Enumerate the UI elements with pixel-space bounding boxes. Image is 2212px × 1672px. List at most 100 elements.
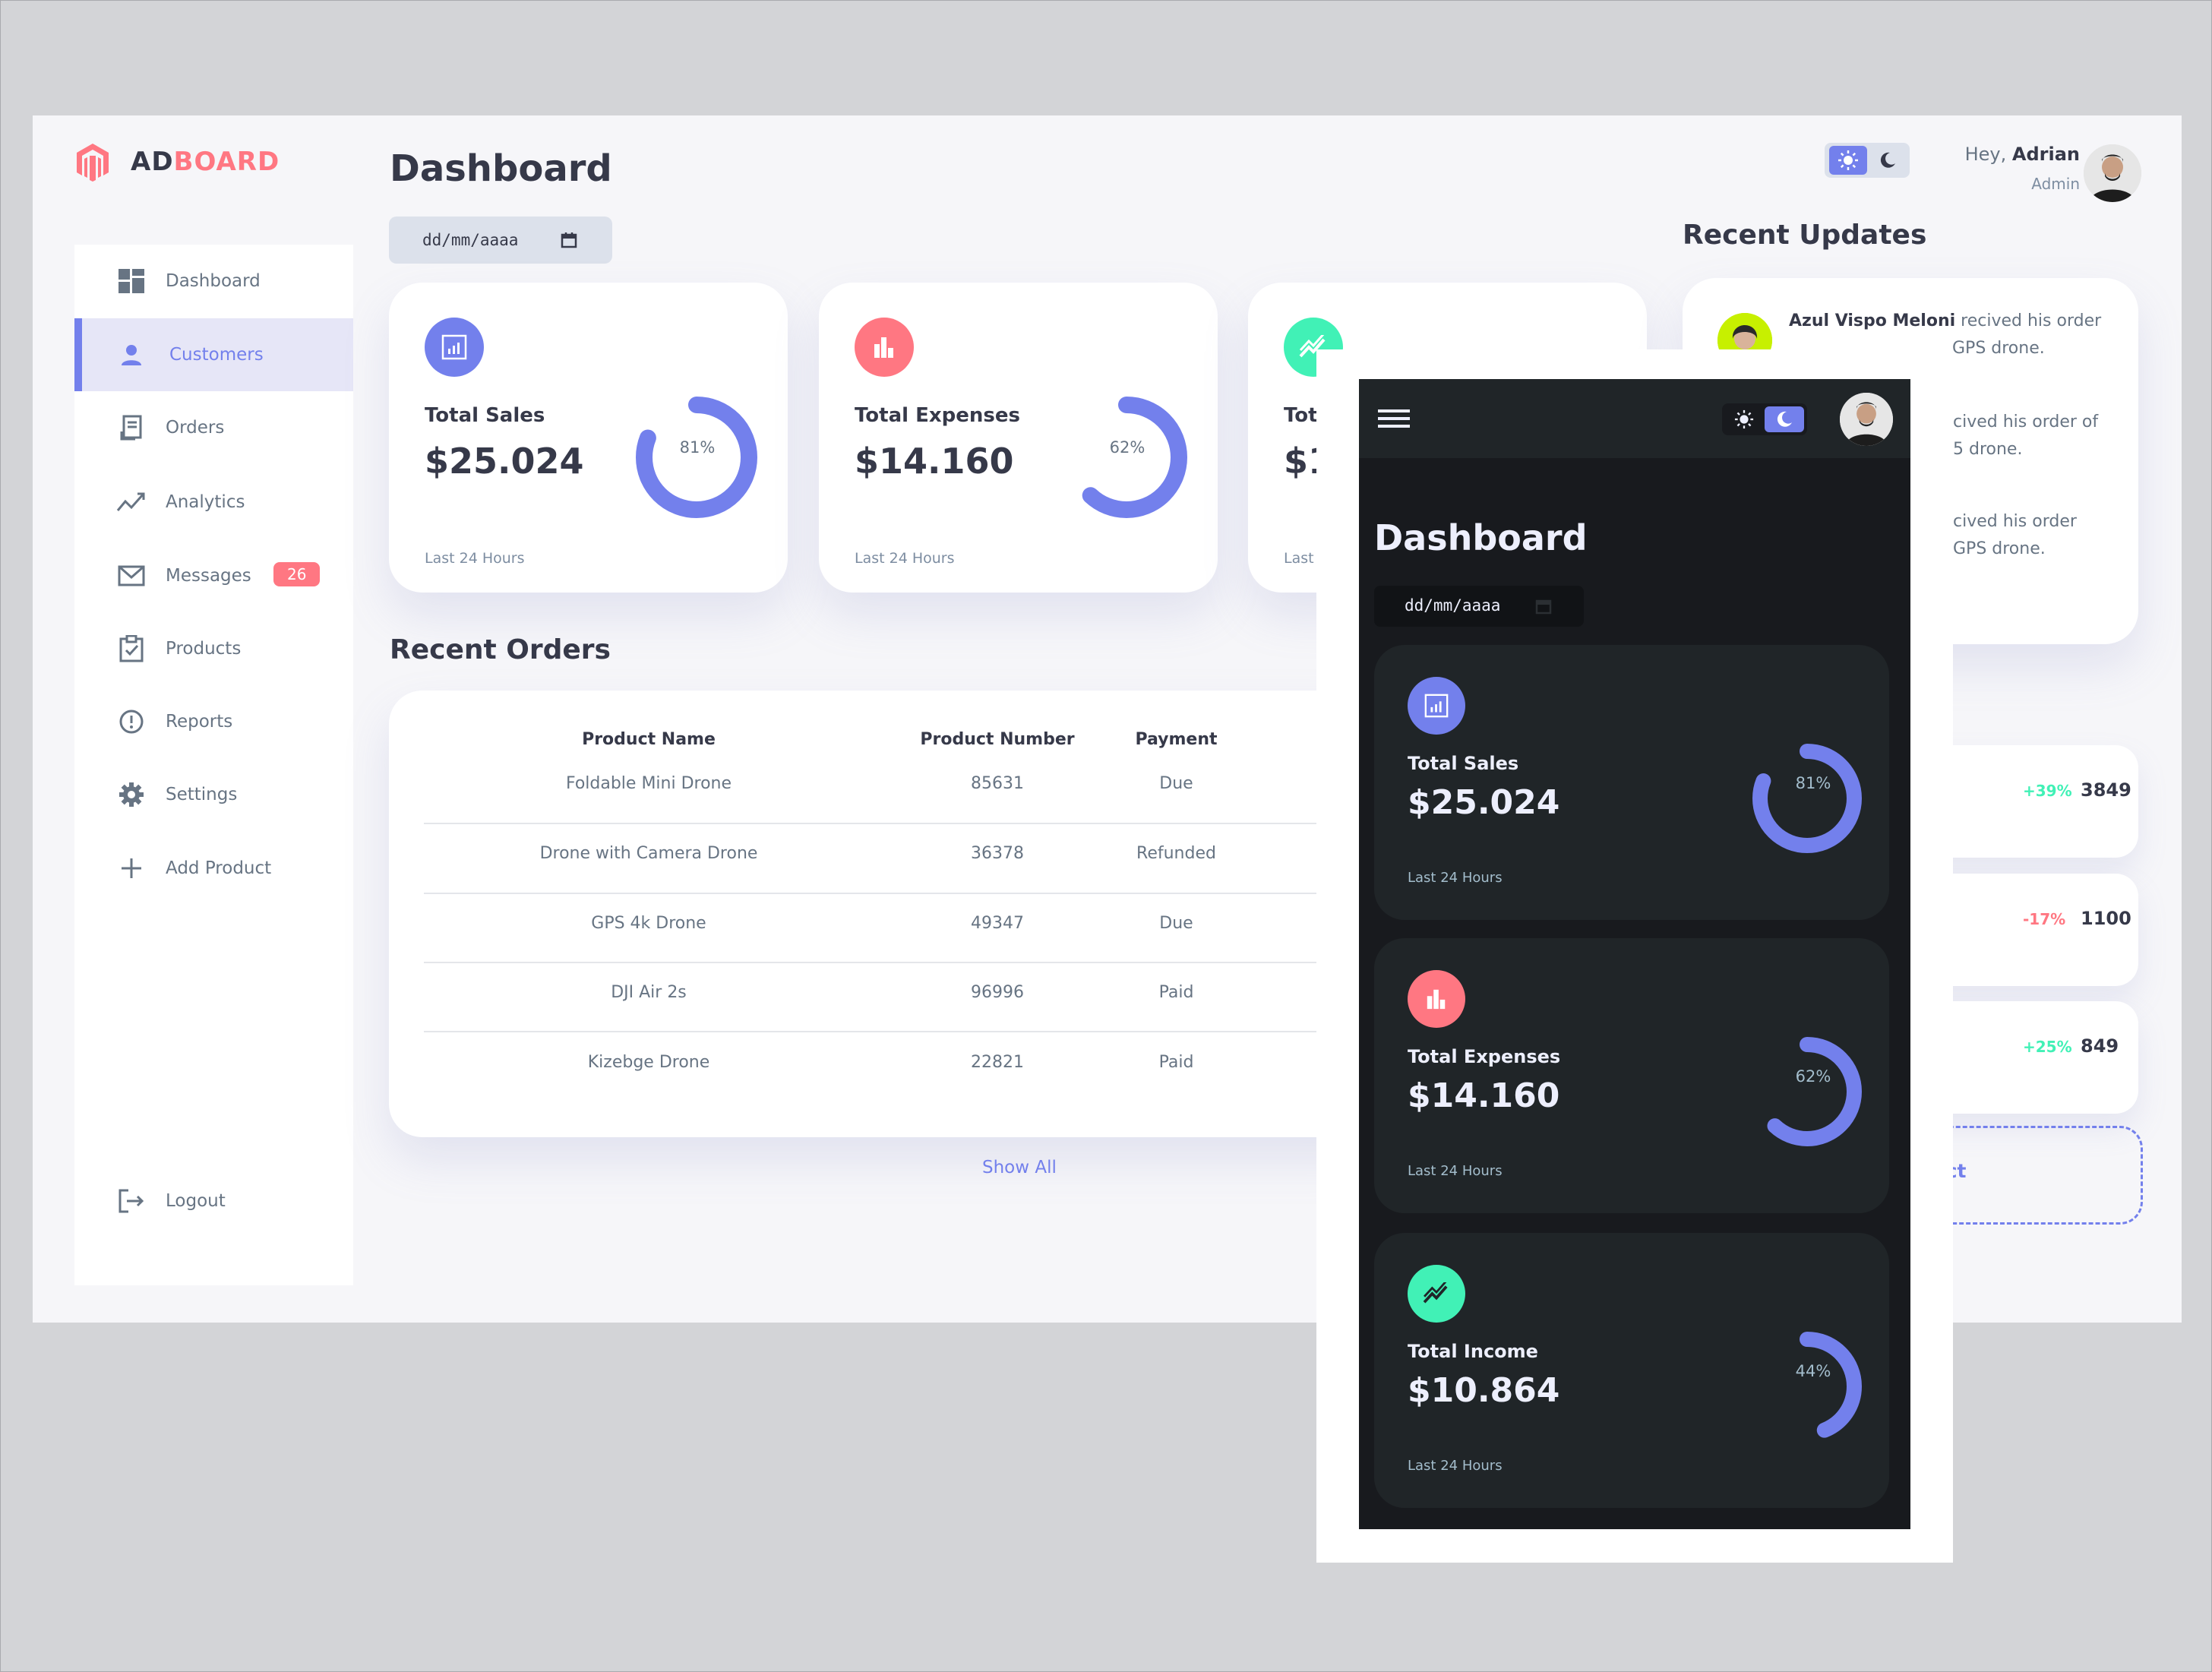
update-text: cived his order bbox=[1953, 512, 2077, 531]
dark-mode-button[interactable] bbox=[1870, 146, 1905, 175]
stat-value: 849 bbox=[2081, 1035, 2119, 1057]
update-text: Azul Vispo Meloni recived his order bbox=[1789, 311, 2101, 330]
sidebar-item-label: Dashboard bbox=[166, 271, 261, 291]
sun-icon bbox=[1838, 150, 1858, 170]
sidebar-item-label: Settings bbox=[166, 785, 238, 804]
greeting-text: Hey, bbox=[1964, 144, 2007, 165]
theme-toggle[interactable] bbox=[1825, 143, 1910, 178]
card-period: Last bbox=[1284, 550, 1314, 567]
sidebar-item-label: Customers bbox=[169, 345, 264, 365]
brand-part-2: BOARD bbox=[173, 147, 280, 177]
mail-icon bbox=[116, 561, 147, 591]
sidebar-item-orders[interactable]: Orders bbox=[74, 391, 353, 464]
show-all-link[interactable]: Show All bbox=[982, 1158, 1057, 1177]
brand-part-1: AD bbox=[131, 147, 174, 177]
sidebar-item-label: Messages bbox=[166, 566, 251, 586]
date-placeholder: dd/mm/aaaa bbox=[422, 231, 519, 249]
sidebar-item-label: Analytics bbox=[166, 492, 245, 512]
sidebar-item-reports[interactable]: Reports bbox=[74, 685, 353, 758]
alert-icon bbox=[116, 706, 147, 737]
stat-change: -17% bbox=[2023, 910, 2066, 928]
cell-product-name: DJI Air 2s bbox=[611, 983, 687, 1002]
cell-product-name: Kizebge Drone bbox=[587, 1053, 710, 1072]
theme-toggle[interactable] bbox=[1722, 403, 1807, 435]
sidebar-item-label: Products bbox=[166, 639, 242, 659]
row-divider bbox=[424, 962, 1381, 963]
dark-mode-button[interactable] bbox=[1765, 406, 1804, 432]
chart-icon bbox=[425, 318, 484, 377]
mobile-card-total-expenses: Total Expenses $14.160 62% Last 24 Hours bbox=[1374, 938, 1889, 1213]
sun-icon[interactable] bbox=[1734, 409, 1754, 429]
progress-ring bbox=[636, 397, 757, 518]
card-percent: 62% bbox=[1109, 438, 1146, 457]
sidebar-item-logout[interactable]: Logout bbox=[74, 1165, 353, 1237]
menu-icon[interactable] bbox=[1378, 408, 1410, 429]
cell-payment: Due bbox=[1159, 774, 1193, 793]
card-percent: 81% bbox=[679, 438, 716, 457]
mobile-dark-dashboard: Dashboard dd/mm/aaaa Total Sales $25.024… bbox=[1359, 379, 1910, 1529]
cell-payment: Paid bbox=[1158, 1053, 1194, 1072]
light-mode-button[interactable] bbox=[1829, 146, 1867, 175]
cell-product-name: GPS 4k Drone bbox=[591, 914, 706, 933]
trend-icon bbox=[116, 487, 147, 517]
sidebar-item-products[interactable]: Products bbox=[74, 612, 353, 685]
cell-product-name: Foldable Mini Drone bbox=[565, 774, 732, 793]
card-title: Total Expenses bbox=[1408, 1046, 1561, 1067]
user-name: Adrian bbox=[2011, 144, 2080, 165]
moon-icon bbox=[1880, 152, 1895, 168]
card-title: Tot bbox=[1284, 404, 1318, 427]
card-period: Last 24 Hours bbox=[855, 550, 955, 567]
sidebar-item-analytics[interactable]: Analytics bbox=[74, 466, 353, 539]
mobile-card-total-sales: Total Sales $25.024 81% Last 24 Hours bbox=[1374, 645, 1889, 920]
progress-ring bbox=[1752, 744, 1862, 853]
row-divider bbox=[424, 1031, 1381, 1032]
card-period: Last 24 Hours bbox=[425, 550, 525, 567]
update-text: GPS drone. bbox=[1952, 339, 2045, 358]
cell-product-name: Drone with Camera Drone bbox=[539, 844, 758, 863]
progress-ring bbox=[1066, 397, 1187, 518]
sidebar-item-messages[interactable]: Messages 26 bbox=[74, 539, 353, 612]
bar-chart-icon bbox=[855, 318, 914, 377]
recent-orders-table: Product Name Product Number Payment Fold… bbox=[389, 691, 1381, 1137]
card-value: $14.160 bbox=[855, 441, 1014, 482]
card-value: $25.024 bbox=[425, 441, 584, 482]
card-percent: 81% bbox=[1795, 774, 1831, 792]
card-value: $14.160 bbox=[1408, 1076, 1560, 1115]
card-total-expenses: Total Expenses $14.160 62% Last 24 Hours bbox=[819, 283, 1218, 593]
moon-icon bbox=[1777, 411, 1792, 427]
table-header: Payment bbox=[1135, 730, 1218, 749]
plus-icon bbox=[116, 853, 147, 883]
date-input[interactable]: dd/mm/aaaa bbox=[389, 217, 612, 264]
calendar-icon[interactable] bbox=[1535, 598, 1552, 615]
card-value: $25.024 bbox=[1408, 783, 1560, 822]
table-header: Product Name bbox=[582, 730, 716, 749]
update-text: cived his order of bbox=[1953, 412, 2099, 431]
calendar-icon[interactable] bbox=[561, 232, 577, 248]
mobile-card-total-income: Total Income $10.864 44% Last 24 Hours bbox=[1374, 1233, 1889, 1508]
stat-change: +39% bbox=[2023, 782, 2072, 800]
card-period: Last 24 Hours bbox=[1408, 1163, 1503, 1179]
card-total-sales: Total Sales $25.024 81% Last 24 Hours bbox=[389, 283, 788, 593]
update-action: recived his order bbox=[1955, 311, 2102, 330]
user-role: Admin bbox=[2031, 175, 2080, 193]
update-user-name: Azul Vispo Meloni bbox=[1789, 311, 1956, 330]
card-title: Total Sales bbox=[425, 404, 545, 427]
clipboard-icon bbox=[116, 634, 147, 664]
logo-icon bbox=[77, 144, 109, 182]
update-text: 5 drone. bbox=[1953, 440, 2023, 459]
sidebar-item-add-product[interactable]: Add Product bbox=[74, 832, 353, 905]
person-icon bbox=[116, 340, 147, 370]
card-percent: 44% bbox=[1795, 1362, 1831, 1380]
sidebar-item-dashboard[interactable]: Dashboard bbox=[74, 245, 353, 318]
avatar[interactable] bbox=[2084, 144, 2141, 202]
sidebar-item-settings[interactable]: Settings bbox=[74, 758, 353, 831]
sidebar-item-label: Add Product bbox=[166, 858, 272, 878]
cell-payment: Refunded bbox=[1136, 844, 1216, 863]
brand-logo[interactable]: ADBOARD bbox=[74, 142, 280, 182]
sidebar-item-customers[interactable]: Customers bbox=[74, 318, 353, 391]
progress-ring bbox=[1752, 1332, 1862, 1441]
date-placeholder: dd/mm/aaaa bbox=[1405, 596, 1501, 615]
avatar[interactable] bbox=[1840, 393, 1893, 446]
stat-change: +25% bbox=[2023, 1038, 2072, 1056]
mobile-date-input[interactable]: dd/mm/aaaa bbox=[1374, 586, 1584, 627]
